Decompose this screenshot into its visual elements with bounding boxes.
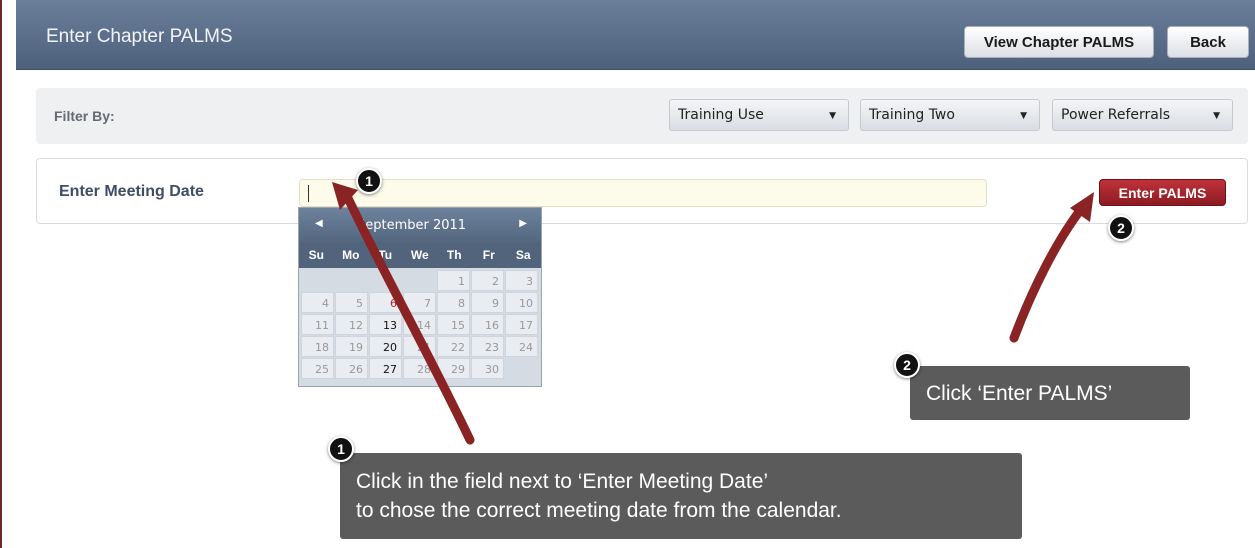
app-frame: Enter Chapter PALMS View Chapter PALMS B…	[0, 0, 1255, 548]
arrow-one	[342, 191, 475, 445]
callout-step-one: Click in the field next to ‘Enter Meetin…	[340, 453, 1022, 539]
step-one-badge: 1	[356, 168, 382, 194]
callout-line-2: to chose the correct meeting date from t…	[356, 499, 842, 522]
callout-step-two: Click ‘Enter PALMS’	[910, 366, 1190, 420]
callout-two-badge: 2	[894, 352, 920, 378]
callout-line-1: Click in the field next to ‘Enter Meetin…	[356, 470, 769, 493]
callout-one-badge: 1	[328, 436, 354, 462]
step-two-badge: 2	[1108, 215, 1134, 241]
arrow-two	[1009, 203, 1087, 343]
